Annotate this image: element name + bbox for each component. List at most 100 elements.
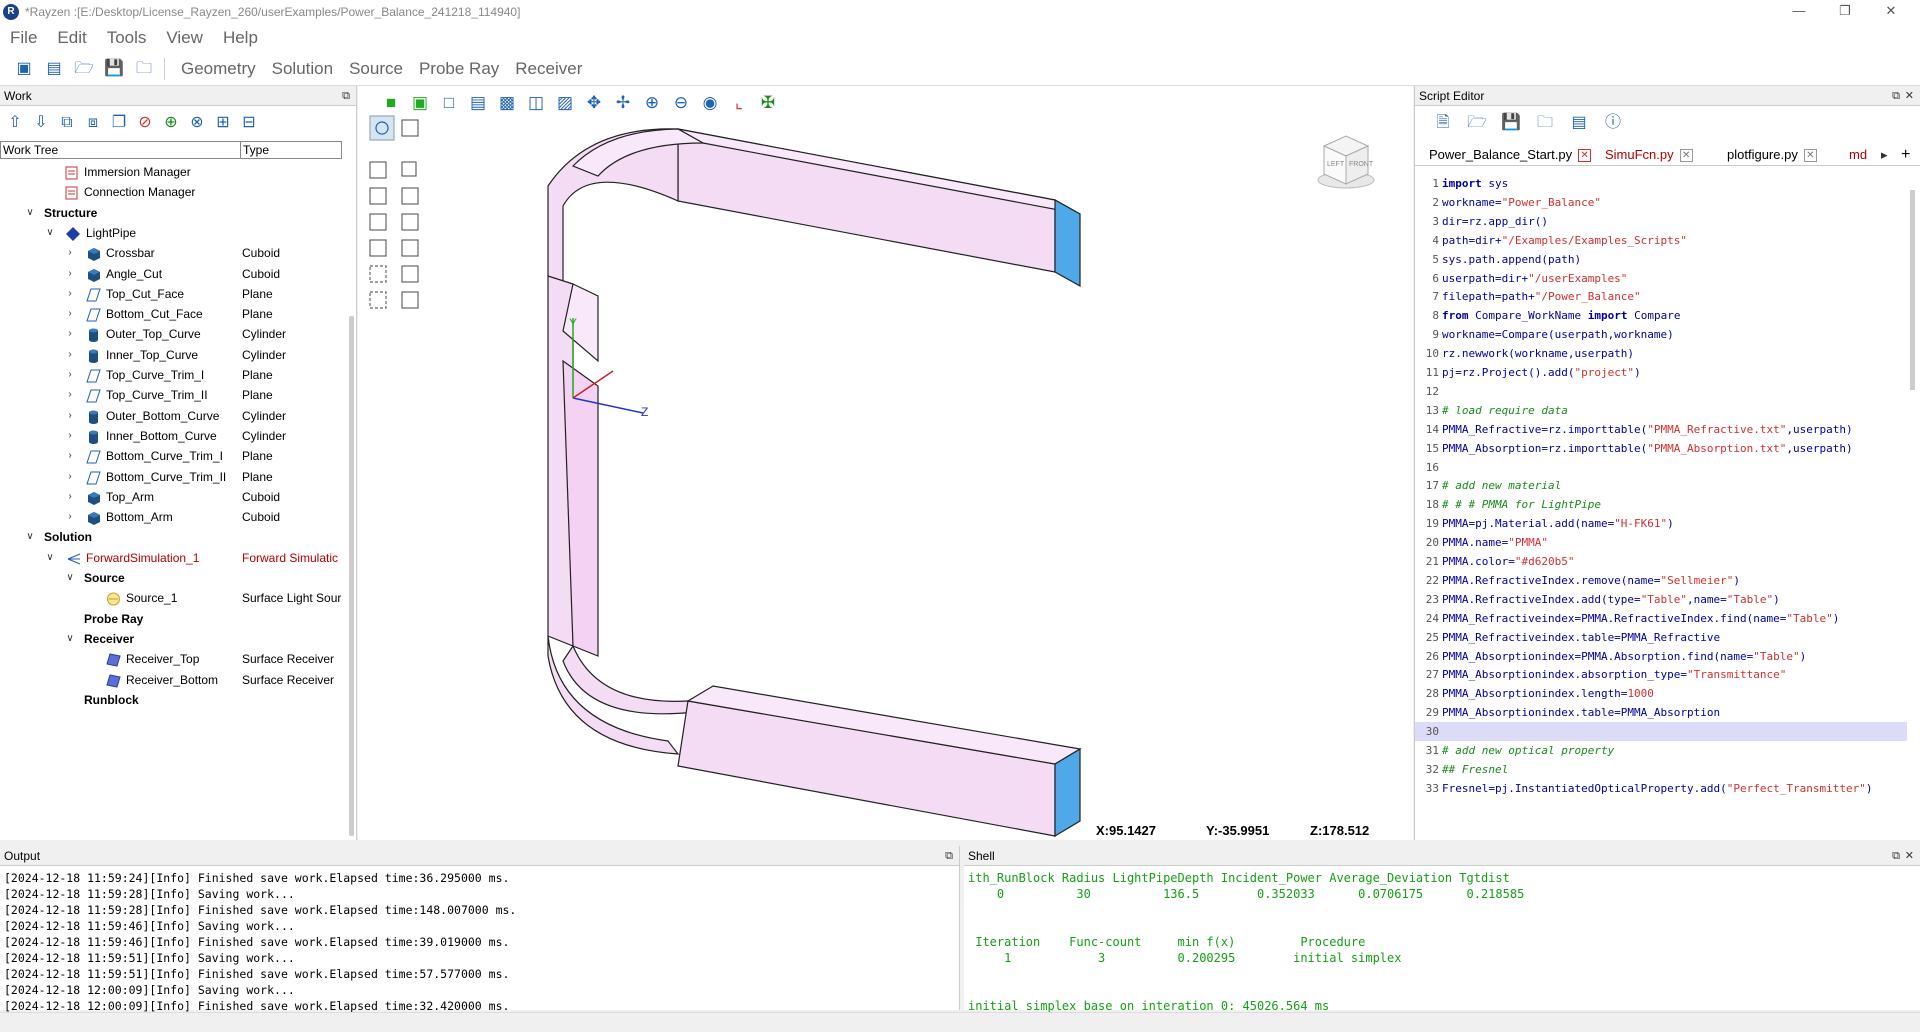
code-line[interactable]: 12	[1415, 382, 1907, 401]
menu-help[interactable]: Help	[223, 28, 258, 48]
code-line[interactable]: 2 workname="Power_Balance"	[1415, 193, 1907, 212]
save-as-icon[interactable]: 🗀	[132, 57, 156, 81]
tree-item-top-curve-trim-i[interactable]: › Top_Curve_Trim_I Plane	[0, 364, 345, 386]
toolbar-geometry[interactable]: Geometry	[181, 59, 256, 79]
tree-item-forwardsimulation-1[interactable]: ∨ ForwardSimulation_1 Forward Simulatic	[0, 547, 345, 569]
code-scrollbar[interactable]	[1910, 190, 1915, 390]
delete-icon[interactable]: ⊘	[132, 111, 158, 135]
tree-item-bottom-cut-face[interactable]: › Bottom_Cut_Face Plane	[0, 303, 345, 325]
paste-icon[interactable]: ❐	[106, 111, 132, 135]
close-button[interactable]: ✕	[1868, 0, 1914, 24]
expand-arrow-icon[interactable]: ›	[64, 263, 76, 285]
expand-arrow-icon[interactable]: ›	[64, 466, 76, 488]
code-line[interactable]: 24 PMMA_Refractiveindex=PMMA.RefractiveIn…	[1415, 609, 1907, 628]
tree-item-source[interactable]: ∨ Source	[0, 567, 345, 589]
collapse-arrow-icon[interactable]: ∨	[64, 628, 76, 650]
tree-item-source-1[interactable]: Source_1 Surface Light Sour	[0, 587, 345, 609]
code-line[interactable]: 23 PMMA.RefractiveIndex.add(type="Table",…	[1415, 590, 1907, 609]
code-line[interactable]: 31 # add new optical property	[1415, 741, 1907, 760]
tree-item-immersion-manager[interactable]: Immersion Manager	[0, 161, 345, 183]
collapse-arrow-icon[interactable]: ∨	[44, 222, 56, 244]
code-line[interactable]: 21 PMMA.color="#d620b5"	[1415, 552, 1907, 571]
close-tab-icon[interactable]: ✕	[1679, 149, 1693, 163]
expand-arrow-icon[interactable]: ›	[64, 425, 76, 447]
expand-arrow-icon[interactable]: ›	[64, 242, 76, 264]
tree-item-bottom-arm[interactable]: › Bottom_Arm Cuboid	[0, 506, 345, 528]
tree-item-inner-top-curve[interactable]: › Inner_Top_Curve Cylinder	[0, 344, 345, 366]
collapse-arrow-icon[interactable]: ∨	[24, 526, 36, 548]
save-script-as-icon[interactable]: 🗀	[1531, 110, 1559, 136]
float-panel-icon[interactable]: ⧉	[1892, 86, 1900, 106]
move-down-icon[interactable]: ⇩	[28, 111, 54, 135]
code-line[interactable]: 14 PMMA_Refractive=rz.importtable("PMMA_R…	[1415, 420, 1907, 439]
code-line[interactable]: 18 # # # PMMA for LightPipe	[1415, 495, 1907, 514]
code-line[interactable]: 5 sys.path.append(path)	[1415, 250, 1907, 269]
shell-console[interactable]: ith_RunBlock Radius LightPipeDepth Incid…	[968, 870, 1524, 1030]
tree-item-probe-ray[interactable]: Probe Ray	[0, 608, 345, 630]
menu-file[interactable]: File	[10, 28, 37, 48]
new-script-icon[interactable]: 🗎	[1429, 110, 1457, 136]
code-line[interactable]: 27 PMMA_Absorptionindex.absorption_type="…	[1415, 665, 1907, 684]
cancel-icon[interactable]: ⊗	[184, 111, 210, 135]
expand-arrow-icon[interactable]: ›	[64, 323, 76, 345]
tree-item-receiver[interactable]: ∨ Receiver	[0, 628, 345, 650]
expand-arrow-icon[interactable]: ›	[64, 384, 76, 406]
code-line[interactable]: 30	[1415, 722, 1907, 742]
tab-simufcn[interactable]: SimuFcn.py ✕	[1605, 144, 1693, 166]
toolbar-solution[interactable]: Solution	[272, 59, 333, 79]
code-line[interactable]: 26 PMMA_Absorptionindex=PMMA.Absorption.f…	[1415, 647, 1907, 666]
code-line[interactable]: 10 rz.newwork(workname,userpath)	[1415, 344, 1907, 363]
library-icon[interactable]: ▤	[42, 57, 66, 81]
save-icon[interactable]: 💾	[102, 57, 126, 81]
code-line[interactable]: 13 # load require data	[1415, 401, 1907, 420]
help-icon[interactable]: ⓘ	[1599, 110, 1627, 136]
run-script-icon[interactable]: ▤	[1565, 110, 1593, 136]
add-icon[interactable]: ⊕	[158, 111, 184, 135]
code-line[interactable]: 15 PMMA_Absorption=rz.importtable("PMMA_A…	[1415, 439, 1907, 458]
close-panel-icon[interactable]: ✕	[1905, 846, 1914, 866]
expand-arrow-icon[interactable]: ›	[64, 364, 76, 386]
tree-item-lightpipe[interactable]: ∨ LightPipe	[0, 222, 345, 244]
selection-tools[interactable]	[369, 115, 419, 309]
3d-viewport[interactable]: ■ ▣ □ ▤ ▩ ◫ ▨ ✥ ✢ ⊕ ⊖ ◉ ⌞ ✠ Y Z LEFT FRO…	[358, 86, 1413, 840]
tab-scroll-right-icon[interactable]: ▸	[1881, 144, 1888, 166]
maximize-button[interactable]: ❐	[1822, 0, 1868, 24]
collapse-arrow-icon[interactable]: ∨	[24, 202, 36, 224]
tab-plotfigure[interactable]: plotfigure.py ✕	[1727, 144, 1817, 166]
code-line[interactable]: 17 # add new material	[1415, 476, 1907, 495]
col-type[interactable]: Type	[241, 142, 341, 158]
tree-item-inner-bottom-curve[interactable]: › Inner_Bottom_Curve Cylinder	[0, 425, 345, 447]
tree-item-angle-cut[interactable]: › Angle_Cut Cuboid	[0, 263, 345, 285]
code-line[interactable]: 32 ## Fresnel	[1415, 760, 1907, 779]
open-script-icon[interactable]: 🗁	[1463, 110, 1491, 136]
code-line[interactable]: 6 userpath=dir+"/userExamples"	[1415, 269, 1907, 288]
tree-item-top-curve-trim-ii[interactable]: › Top_Curve_Trim_II Plane	[0, 384, 345, 406]
menu-tools[interactable]: Tools	[107, 28, 147, 48]
toolbar-source[interactable]: Source	[349, 59, 403, 79]
tree-item-connection-manager[interactable]: Connection Manager	[0, 181, 345, 203]
code-line[interactable]: 33 Fresnel=pj.InstantiatedOpticalProperty…	[1415, 779, 1907, 798]
tree-item-bottom-curve-trim-i[interactable]: › Bottom_Curve_Trim_I Plane	[0, 445, 345, 467]
expand-arrow-icon[interactable]: ›	[64, 506, 76, 528]
tab-power-balance-start[interactable]: Power_Balance_Start.py ✕	[1429, 144, 1592, 166]
tree-item-solution[interactable]: ∨ Solution	[0, 526, 345, 548]
viewport-canvas[interactable]: Y Z LEFT FRONT	[358, 86, 1413, 840]
menu-view[interactable]: View	[166, 28, 203, 48]
expand-all-icon[interactable]: ⊞	[210, 111, 236, 135]
float-panel-icon[interactable]: ⧉	[945, 846, 953, 866]
close-tab-icon[interactable]: ✕	[1578, 149, 1592, 163]
code-line[interactable]: 25 PMMA_Refractiveindex.table=PMMA_Refrac…	[1415, 628, 1907, 647]
code-line[interactable]: 29 PMMA_Absorptionindex.table=PMMA_Absorp…	[1415, 703, 1907, 722]
toolbar-receiver[interactable]: Receiver	[515, 59, 582, 79]
tree-item-bottom-curve-trim-ii[interactable]: › Bottom_Curve_Trim_II Plane	[0, 466, 345, 488]
work-tree-scrollbar[interactable]	[349, 316, 354, 836]
code-line[interactable]: 9 workname=Compare(userpath,workname)	[1415, 325, 1907, 344]
open-folder-icon[interactable]: 🗁	[72, 57, 96, 81]
code-line[interactable]: 22 PMMA.RefractiveIndex.remove(name="Sell…	[1415, 571, 1907, 590]
expand-arrow-icon[interactable]: ›	[64, 283, 76, 305]
col-work-tree[interactable]: Work Tree	[1, 142, 241, 158]
tree-item-outer-top-curve[interactable]: › Outer_Top_Curve Cylinder	[0, 323, 345, 345]
tree-item-top-arm[interactable]: › Top_Arm Cuboid	[0, 486, 345, 508]
toolbar-probe-ray[interactable]: Probe Ray	[419, 59, 499, 79]
float-panel-icon[interactable]: ⧉	[1892, 846, 1900, 866]
